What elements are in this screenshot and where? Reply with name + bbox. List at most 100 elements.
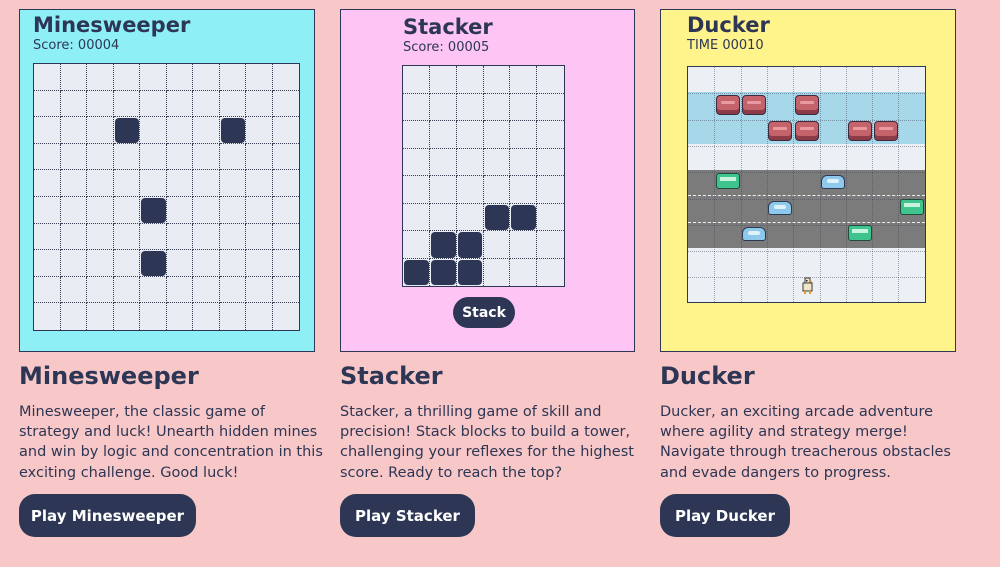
play-ducker-button[interactable]: Play Ducker <box>660 494 790 537</box>
grid-cell[interactable] <box>272 117 299 144</box>
grid-cell[interactable] <box>87 90 114 118</box>
grid-cell[interactable] <box>246 143 273 171</box>
grid-cell[interactable] <box>166 276 193 304</box>
grid-cell[interactable] <box>537 121 564 149</box>
grid-cell[interactable] <box>429 121 457 149</box>
grid-cell[interactable] <box>193 170 220 197</box>
grid-cell[interactable] <box>87 276 114 304</box>
grid-cell[interactable] <box>272 64 299 91</box>
grid-cell[interactable] <box>34 143 61 171</box>
grid-cell[interactable] <box>272 276 299 304</box>
grid-cell[interactable] <box>483 121 511 149</box>
grid-cell[interactable] <box>140 117 167 144</box>
grid-cell[interactable] <box>60 170 87 197</box>
grid-cell[interactable] <box>87 223 114 251</box>
grid-cell[interactable] <box>483 93 511 121</box>
grid-cell[interactable] <box>87 64 114 91</box>
grid-cell[interactable] <box>140 143 167 171</box>
grid-cell[interactable] <box>456 148 484 176</box>
grid-cell[interactable] <box>140 223 167 251</box>
grid-cell[interactable] <box>483 176 511 204</box>
grid-cell[interactable] <box>246 170 273 197</box>
grid-cell[interactable] <box>34 197 61 224</box>
grid-cell[interactable] <box>537 176 564 204</box>
grid-cell[interactable] <box>510 176 538 204</box>
grid-cell[interactable] <box>537 93 564 121</box>
grid-cell[interactable] <box>60 276 87 304</box>
grid-cell[interactable] <box>456 176 484 204</box>
grid-cell[interactable] <box>113 143 140 171</box>
grid-cell[interactable] <box>429 93 457 121</box>
grid-cell[interactable] <box>87 250 114 277</box>
grid-cell[interactable] <box>483 258 511 286</box>
grid-cell[interactable] <box>166 90 193 118</box>
grid-cell[interactable] <box>60 223 87 251</box>
stack-button[interactable]: Stack <box>453 297 515 328</box>
grid-cell[interactable] <box>60 90 87 118</box>
grid-cell[interactable] <box>272 250 299 277</box>
grid-cell[interactable] <box>60 250 87 277</box>
grid-cell[interactable] <box>219 143 246 171</box>
grid-cell[interactable] <box>483 66 511 94</box>
grid-cell[interactable] <box>510 258 538 286</box>
grid-cell[interactable] <box>193 276 220 304</box>
grid-cell[interactable] <box>456 66 484 94</box>
grid-cell[interactable] <box>510 121 538 149</box>
grid-cell[interactable] <box>246 223 273 251</box>
grid-cell[interactable] <box>193 223 220 251</box>
grid-cell[interactable] <box>193 303 220 330</box>
grid-cell[interactable] <box>113 170 140 197</box>
grid-cell[interactable] <box>219 197 246 224</box>
grid-cell[interactable] <box>272 90 299 118</box>
grid-cell[interactable] <box>140 276 167 304</box>
grid-cell[interactable] <box>193 197 220 224</box>
grid-cell[interactable] <box>429 66 457 94</box>
grid-cell[interactable] <box>140 90 167 118</box>
play-minesweeper-button[interactable]: Play Minesweeper <box>19 494 196 537</box>
grid-cell[interactable] <box>272 223 299 251</box>
ducker-board[interactable] <box>687 66 926 303</box>
grid-cell[interactable] <box>246 197 273 224</box>
grid-cell[interactable] <box>60 117 87 144</box>
grid-cell[interactable] <box>60 303 87 330</box>
grid-cell[interactable] <box>510 66 538 94</box>
grid-cell[interactable] <box>510 231 538 259</box>
grid-cell[interactable] <box>403 66 430 94</box>
grid-cell[interactable] <box>113 223 140 251</box>
stacker-board[interactable] <box>402 65 565 287</box>
grid-cell[interactable] <box>429 176 457 204</box>
minesweeper-board[interactable] <box>33 63 300 331</box>
grid-cell[interactable] <box>403 148 430 176</box>
grid-cell[interactable] <box>87 143 114 171</box>
grid-cell[interactable] <box>246 303 273 330</box>
grid-cell[interactable] <box>87 170 114 197</box>
grid-cell[interactable] <box>429 203 457 231</box>
grid-cell[interactable] <box>113 197 140 224</box>
grid-cell[interactable] <box>34 64 61 91</box>
grid-cell[interactable] <box>60 64 87 91</box>
grid-cell[interactable] <box>87 303 114 330</box>
grid-cell[interactable] <box>166 197 193 224</box>
grid-cell[interactable] <box>272 197 299 224</box>
grid-cell[interactable] <box>140 64 167 91</box>
grid-cell[interactable] <box>87 197 114 224</box>
grid-cell[interactable] <box>34 276 61 304</box>
grid-cell[interactable] <box>219 223 246 251</box>
grid-cell[interactable] <box>166 250 193 277</box>
grid-cell[interactable] <box>272 170 299 197</box>
grid-cell[interactable] <box>246 250 273 277</box>
grid-cell[interactable] <box>456 93 484 121</box>
grid-cell[interactable] <box>219 276 246 304</box>
grid-cell[interactable] <box>246 90 273 118</box>
grid-cell[interactable] <box>34 170 61 197</box>
grid-cell[interactable] <box>60 197 87 224</box>
grid-cell[interactable] <box>166 117 193 144</box>
grid-cell[interactable] <box>219 303 246 330</box>
grid-cell[interactable] <box>429 148 457 176</box>
grid-cell[interactable] <box>113 303 140 330</box>
grid-cell[interactable] <box>113 64 140 91</box>
grid-cell[interactable] <box>510 148 538 176</box>
grid-cell[interactable] <box>537 203 564 231</box>
grid-cell[interactable] <box>166 303 193 330</box>
grid-cell[interactable] <box>193 64 220 91</box>
